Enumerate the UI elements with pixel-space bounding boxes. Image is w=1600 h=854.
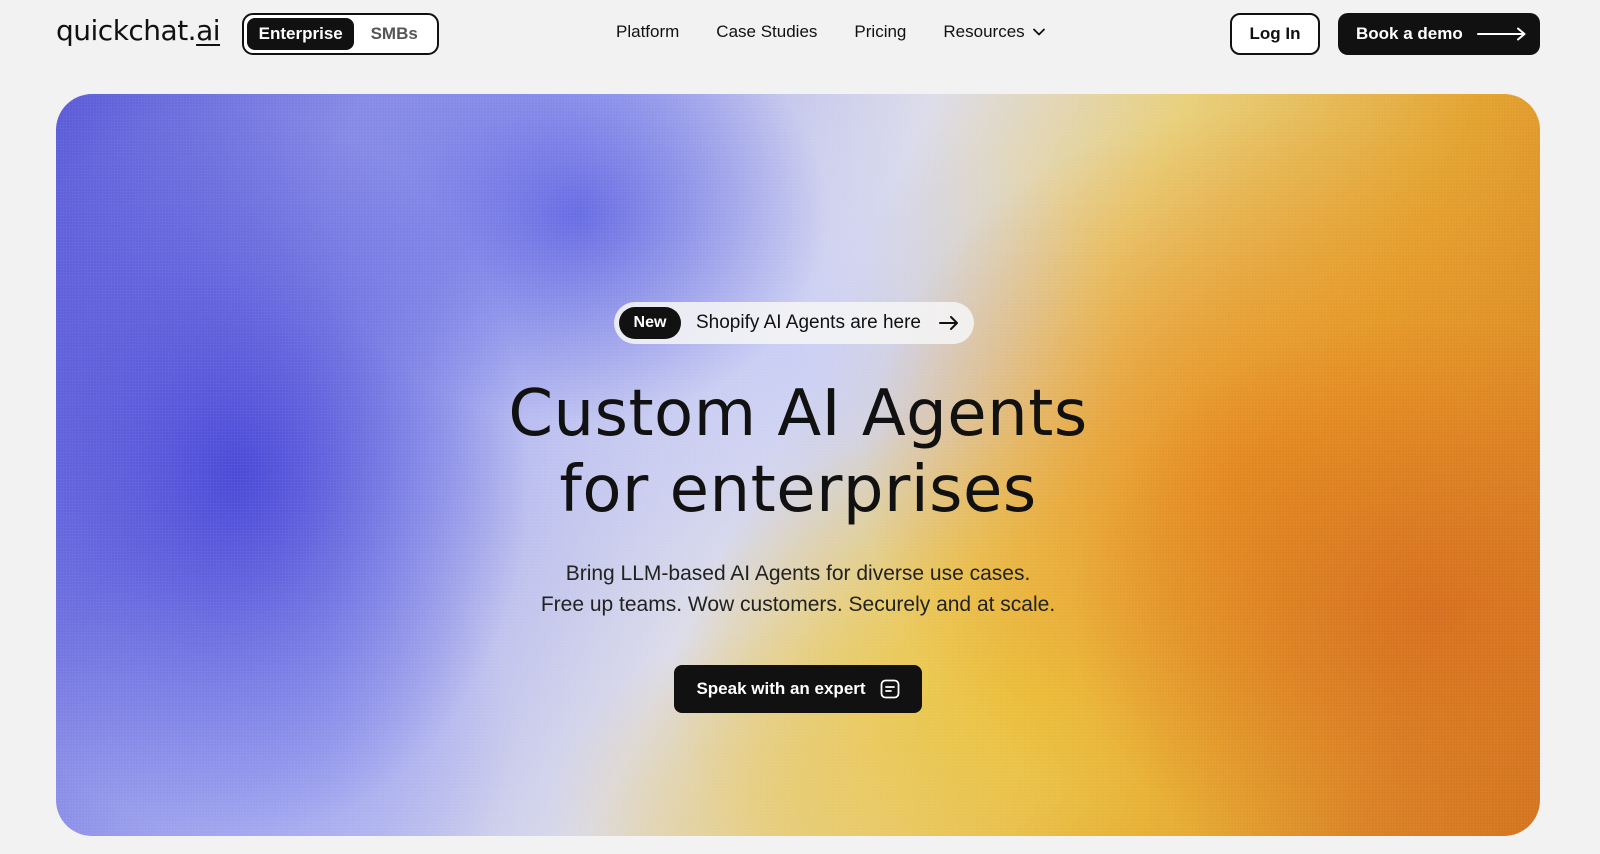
- smbs-toggle[interactable]: SMBs: [354, 18, 434, 50]
- nav-platform[interactable]: Platform: [616, 22, 679, 42]
- headline-line-1: Custom AI Agents: [508, 377, 1088, 451]
- chat-icon: [880, 679, 900, 699]
- nav-resources[interactable]: Resources: [943, 22, 1045, 42]
- subtitle-line-2: Free up teams. Wow customers. Securely a…: [540, 593, 1056, 616]
- chevron-down-icon: [1032, 28, 1045, 36]
- audience-switch: Enterprise SMBs: [242, 13, 439, 55]
- logo-text: quickchat.: [56, 14, 197, 47]
- long-arrow-right-icon: [1476, 27, 1527, 41]
- log-in-button[interactable]: Log In: [1230, 13, 1320, 55]
- headline-line-2: for enterprises: [559, 453, 1037, 527]
- main-nav: Platform Case Studies Pricing Resources: [616, 22, 1082, 42]
- quickchat-logo[interactable]: quickchat.ai: [56, 14, 221, 47]
- top-navigation: quickchat.ai Enterprise SMBs Platform Ca…: [0, 0, 1600, 70]
- hero-section: New Shopify AI Agents are here Custom AI…: [56, 94, 1540, 836]
- cta-label: Speak with an expert: [696, 679, 866, 698]
- speak-with-expert-button[interactable]: Speak with an expert: [674, 665, 922, 713]
- new-badge: New: [619, 307, 681, 339]
- logo-ai-text: ai: [196, 14, 221, 47]
- nav-resources-label: Resources: [943, 22, 1025, 41]
- subtitle-line-1: Bring LLM-based AI Agents for diverse us…: [565, 562, 1031, 585]
- nav-pricing[interactable]: Pricing: [854, 22, 906, 42]
- arrow-right-icon: [939, 315, 959, 331]
- enterprise-toggle[interactable]: Enterprise: [247, 18, 355, 50]
- nav-platform-label: Platform: [616, 22, 680, 41]
- book-demo-button[interactable]: Book a demo: [1338, 13, 1540, 55]
- nav-case-studies[interactable]: Case Studies: [716, 22, 817, 42]
- nav-pricing-label: Pricing: [854, 22, 907, 41]
- announcement-pill[interactable]: New Shopify AI Agents are here: [614, 302, 974, 344]
- hero-subtitle: Bring LLM-based AI Agents for diverse us…: [56, 558, 1540, 620]
- hero-headline: Custom AI Agents for enterprises: [56, 376, 1540, 528]
- book-demo-label: Book a demo: [1356, 24, 1463, 43]
- nav-case-studies-label: Case Studies: [716, 22, 818, 41]
- announcement-text: Shopify AI Agents are here: [696, 312, 921, 333]
